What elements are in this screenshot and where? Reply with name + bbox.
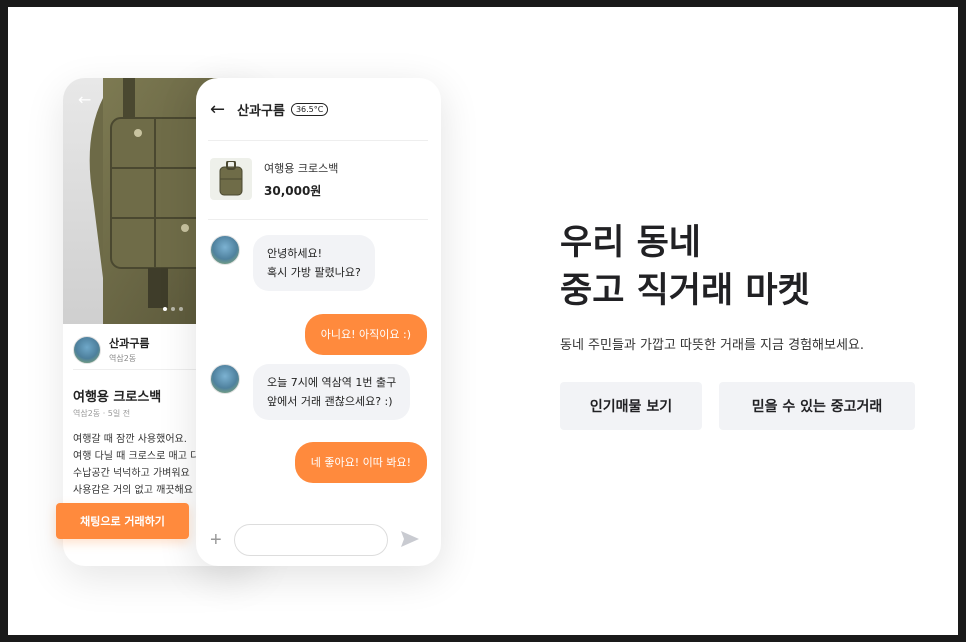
- send-icon[interactable]: [400, 530, 420, 551]
- item-thumbnail: [210, 158, 252, 200]
- partner-avatar: [210, 235, 240, 265]
- pagination-dot[interactable]: [163, 307, 167, 311]
- pagination-dot[interactable]: [171, 307, 175, 311]
- arrow-left-icon[interactable]: ←: [210, 99, 225, 120]
- page-canvas: ← 산과구름 역삼2동 여행용 크로스백 역삼2동 · 5일 전 여행갈 때 잠…: [8, 7, 958, 635]
- message-line: 혹시 가방 팔렸나요?: [267, 266, 361, 279]
- chat-item-card[interactable]: 여행용 크로스백 30,000원: [210, 155, 430, 203]
- hero-subtitle: 동네 주민들과 가깝고 따뜻한 거래를 지금 경험해보세요.: [560, 338, 865, 353]
- chat-message-incoming: 오늘 7시에 역삼역 1번 출구 앞에서 거래 괜찮으세요? :): [253, 364, 411, 420]
- seller-avatar: [73, 335, 101, 364]
- seller-name: 산과구름: [109, 337, 150, 350]
- hero-title-line: 중고 직거래 마켓: [560, 271, 810, 311]
- popular-listings-button[interactable]: 인기매물 보기: [560, 382, 702, 430]
- divider: [208, 140, 428, 141]
- message-line: 아니요! 아직이요 :): [320, 328, 411, 341]
- backpack-icon: [219, 161, 243, 196]
- chat-partner-name: 산과구름: [237, 103, 285, 119]
- partner-avatar: [210, 364, 240, 394]
- message-line: 안녕하세요!: [267, 247, 323, 260]
- product-title: 여행용 크로스백: [73, 390, 162, 405]
- pagination-dot[interactable]: [179, 307, 183, 311]
- chat-message-outgoing: 네 좋아요! 이따 봐요!: [294, 442, 427, 483]
- chat-message-input[interactable]: [233, 524, 388, 556]
- seller-location: 역삼2동: [109, 354, 137, 363]
- manner-temperature-badge: 36.5°C: [290, 102, 329, 116]
- chat-message-outgoing: 아니요! 아직이요 :): [304, 314, 427, 355]
- item-price: 30,000원: [264, 183, 322, 198]
- chat-input-bar: +: [196, 514, 441, 566]
- hero-title-line: 우리 동네: [560, 223, 701, 263]
- photo-pagination: [163, 307, 183, 311]
- chat-header: ← 산과구름 36.5°C: [196, 78, 441, 140]
- trusted-trade-button[interactable]: 믿을 수 있는 중고거래: [719, 382, 915, 430]
- chat-trade-button[interactable]: 채팅으로 거래하기: [56, 503, 189, 539]
- chat-message-incoming: 안녕하세요! 혹시 가방 팔렸나요?: [253, 235, 375, 291]
- hero-title: 우리 동네 중고 직거래 마켓: [560, 219, 810, 315]
- chat-phone-mockup: ← 산과구름 36.5°C 여행용 크로스백 30,000원 안녕하세요! 혹시…: [196, 78, 441, 566]
- product-meta: 역삼2동 · 5일 전: [73, 409, 131, 418]
- message-line: 앞에서 거래 괜찮으세요? :): [267, 395, 393, 408]
- message-line: 오늘 7시에 역삼역 1번 출구: [267, 376, 397, 389]
- divider: [208, 219, 428, 220]
- item-name: 여행용 크로스백: [264, 161, 339, 175]
- message-line: 네 좋아요! 이따 봐요!: [310, 456, 411, 469]
- arrow-left-icon[interactable]: ←: [78, 90, 91, 109]
- plus-icon[interactable]: +: [210, 529, 222, 552]
